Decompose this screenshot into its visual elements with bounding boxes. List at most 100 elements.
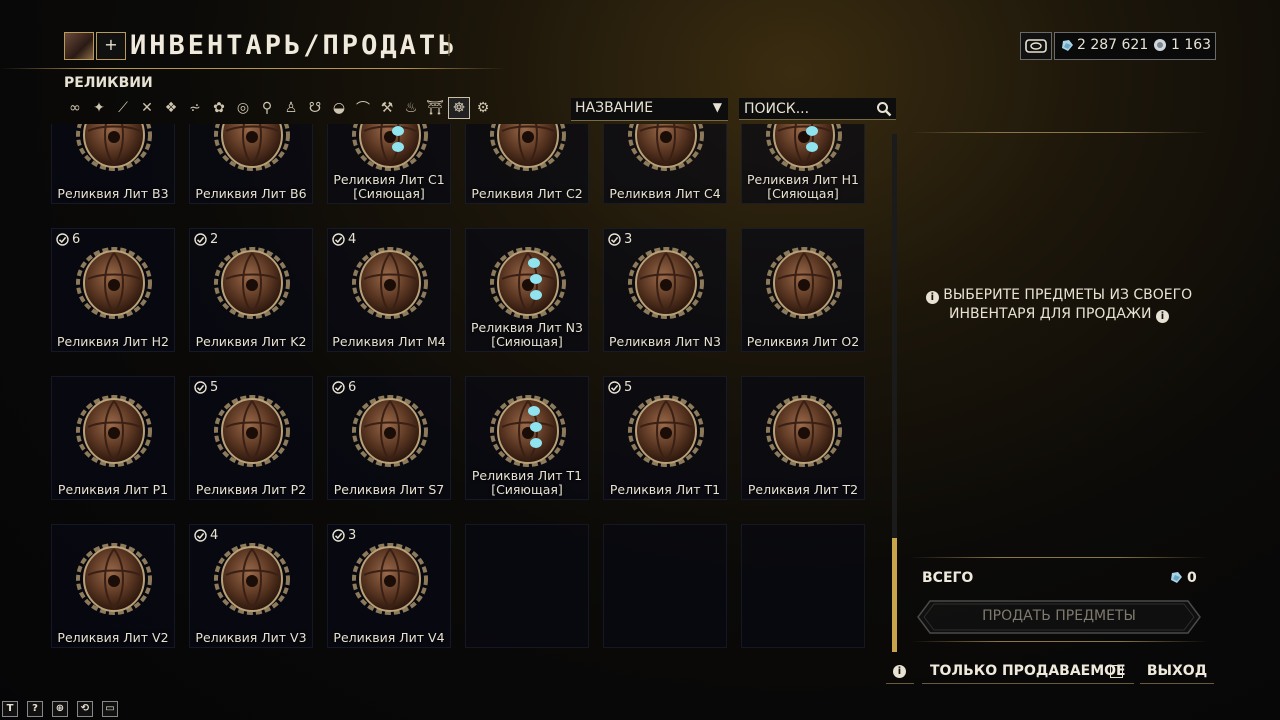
relic-tile[interactable]: 6 Реликвия Лит S7 — [327, 376, 451, 500]
currency-display: 2 287 621 1 163 — [1054, 32, 1216, 60]
sell-items-button[interactable]: ПРОДАТЬ ПРЕДМЕТЫ — [916, 599, 1202, 635]
exit-button[interactable]: ВЫХОД — [1140, 661, 1214, 684]
title-divider — [0, 68, 505, 69]
decoration-icon[interactable]: ⛩ — [424, 97, 446, 119]
fish-icon[interactable]: ◒ — [328, 97, 350, 119]
title-decoration — [448, 34, 490, 56]
relic-tile[interactable]: Реликвия Лит T1 [Сияющая] — [465, 376, 589, 500]
add-button[interactable]: + — [96, 32, 126, 60]
checkmark-icon — [194, 529, 207, 542]
companion-icon[interactable]: ✿ — [208, 97, 230, 119]
checkmark-icon — [194, 233, 207, 246]
platinum-amount: 2 287 621 — [1077, 37, 1149, 53]
relic-icon — [76, 247, 152, 319]
relic-tile[interactable]: Реликвия Лит V2 — [51, 524, 175, 648]
search-icon[interactable] — [876, 101, 892, 117]
relic-name: Реликвия Лит B3 — [57, 186, 169, 201]
relic-tile[interactable]: 6 Реликвия Лит H2 — [51, 228, 175, 352]
empty-slot — [603, 524, 727, 648]
checkmark-icon — [332, 529, 345, 542]
relic-icon — [490, 124, 566, 171]
relic-name: Реликвия Лит M4 — [332, 334, 446, 349]
info-button[interactable]: i — [886, 661, 914, 684]
secondary-weapon-icon[interactable]: ✕ — [136, 97, 158, 119]
info-icon: i — [925, 291, 939, 304]
tool-icon[interactable]: ⚒ — [376, 97, 398, 119]
hotkey-1[interactable]: ? — [27, 701, 43, 717]
relic-icon — [214, 395, 290, 467]
sentinel-icon[interactable]: ◎ — [232, 97, 254, 119]
exit-button-label: ВЫХОД — [1146, 663, 1208, 679]
primary-weapon-icon[interactable]: ⟋ — [112, 97, 134, 119]
sort-dropdown-label: НАЗВАНИЕ — [575, 100, 654, 116]
relic-name: Реликвия Лит K2 — [195, 334, 307, 349]
radiant-relic-icon — [490, 395, 566, 467]
warframe-icon[interactable]: ✦ — [88, 97, 110, 119]
checkmark-icon — [332, 233, 345, 246]
relic-icon — [766, 395, 842, 467]
relic-name: Реликвия Лит V2 — [57, 630, 169, 645]
relic-icon — [214, 543, 290, 615]
relic-tile[interactable]: 5 Реликвия Лит T1 — [603, 376, 727, 500]
panel-divider — [910, 132, 1208, 133]
sellable-only-toggle[interactable]: ТОЛЬКО ПРОДАВАЕМОЕ — [922, 661, 1134, 684]
scrollbar-thumb[interactable] — [892, 538, 897, 652]
hotkey-4[interactable]: ▭ — [102, 701, 118, 717]
search-input[interactable] — [739, 98, 896, 120]
bow-icon[interactable]: ⌒ — [352, 97, 374, 119]
relic-name: Реликвия Лит N3 [Сияющая] — [471, 320, 583, 349]
relic-tile[interactable]: Реликвия Лит B3 — [51, 124, 175, 204]
relic-tile[interactable]: 4 Реликвия Лит M4 — [327, 228, 451, 352]
empty-slot — [465, 524, 589, 648]
relic-tile[interactable]: Реликвия Лит C1 [Сияющая] — [327, 124, 451, 204]
relic-icon — [628, 124, 704, 171]
relic-tile[interactable]: 2 Реликвия Лит K2 — [189, 228, 313, 352]
relic-tile[interactable]: Реликвия Лит T2 — [741, 376, 865, 500]
checkmark-icon — [608, 381, 621, 394]
resource-icon[interactable]: ♨ — [400, 97, 422, 119]
amp-icon[interactable]: ♙ — [280, 97, 302, 119]
sellable-only-label: ТОЛЬКО ПРОДАВАЕМОЕ — [930, 663, 1126, 679]
radiant-relic-icon — [352, 124, 428, 171]
relic-name: Реликвия Лит B6 — [195, 186, 307, 201]
hotkey-3[interactable]: ⟲ — [77, 701, 93, 717]
sellable-only-checkbox[interactable] — [1110, 665, 1123, 678]
relic-tile[interactable]: Реликвия Лит N3 [Сияющая] — [465, 228, 589, 352]
key-icon[interactable]: ⚲ — [256, 97, 278, 119]
relic-tile[interactable]: 3 Реликвия Лит N3 — [603, 228, 727, 352]
relic-icon — [352, 247, 428, 319]
relic-tile[interactable]: 4 Реликвия Лит V3 — [189, 524, 313, 648]
profile-avatar[interactable] — [64, 32, 94, 60]
relic-name: Реликвия Лит O2 — [746, 334, 860, 349]
hotkey-0[interactable]: T — [2, 701, 18, 717]
archwing-icon[interactable]: ⩫ — [184, 97, 206, 119]
misc-icon[interactable]: ⚙ — [472, 97, 494, 119]
relic-icon — [352, 395, 428, 467]
inventory-grid-viewport: Реликвия Лит B3 Реликвия Лит B6 Реликвия Л… — [48, 124, 878, 654]
kubrow-icon[interactable]: ☋ — [304, 97, 326, 119]
relic-tile[interactable]: Реликвия Лит P1 — [51, 376, 175, 500]
relic-icon[interactable]: ☸ — [448, 97, 470, 119]
relic-tile[interactable]: 3 Реликвия Лит V4 — [327, 524, 451, 648]
radiant-relic-icon — [766, 124, 842, 171]
sort-dropdown[interactable]: НАЗВАНИЕ ▼ — [571, 98, 728, 121]
eye-icon — [1025, 39, 1047, 53]
hotkey-2[interactable]: ⊕ — [52, 701, 68, 717]
relic-name: Реликвия Лит S7 — [333, 482, 445, 497]
sell-instructions-text: ВЫБЕРИТЕ ПРЕДМЕТЫ ИЗ СВОЕГО ИНВЕНТАРЯ ДЛ… — [943, 287, 1193, 322]
infinity-icon[interactable]: ∞ — [64, 97, 86, 119]
info-icon[interactable]: i — [1155, 310, 1169, 323]
relic-tile[interactable]: Реликвия Лит C4 — [603, 124, 727, 204]
relic-tile[interactable]: Реликвия Лит B6 — [189, 124, 313, 204]
category-label: РЕЛИКВИИ — [64, 75, 153, 91]
relic-tile[interactable]: 5 Реликвия Лит P2 — [189, 376, 313, 500]
credits-toggle-button[interactable] — [1020, 32, 1052, 60]
relic-name: Реликвия Лит H1 [Сияющая] — [746, 172, 859, 201]
relic-tile[interactable]: Реликвия Лит O2 — [741, 228, 865, 352]
relic-icon — [628, 395, 704, 467]
relic-tile[interactable]: Реликвия Лит C2 — [465, 124, 589, 204]
checkmark-icon — [194, 381, 207, 394]
relic-tile[interactable]: Реликвия Лит H1 [Сияющая] — [741, 124, 865, 204]
relic-icon — [214, 247, 290, 319]
mod-icon[interactable]: ❖ — [160, 97, 182, 119]
